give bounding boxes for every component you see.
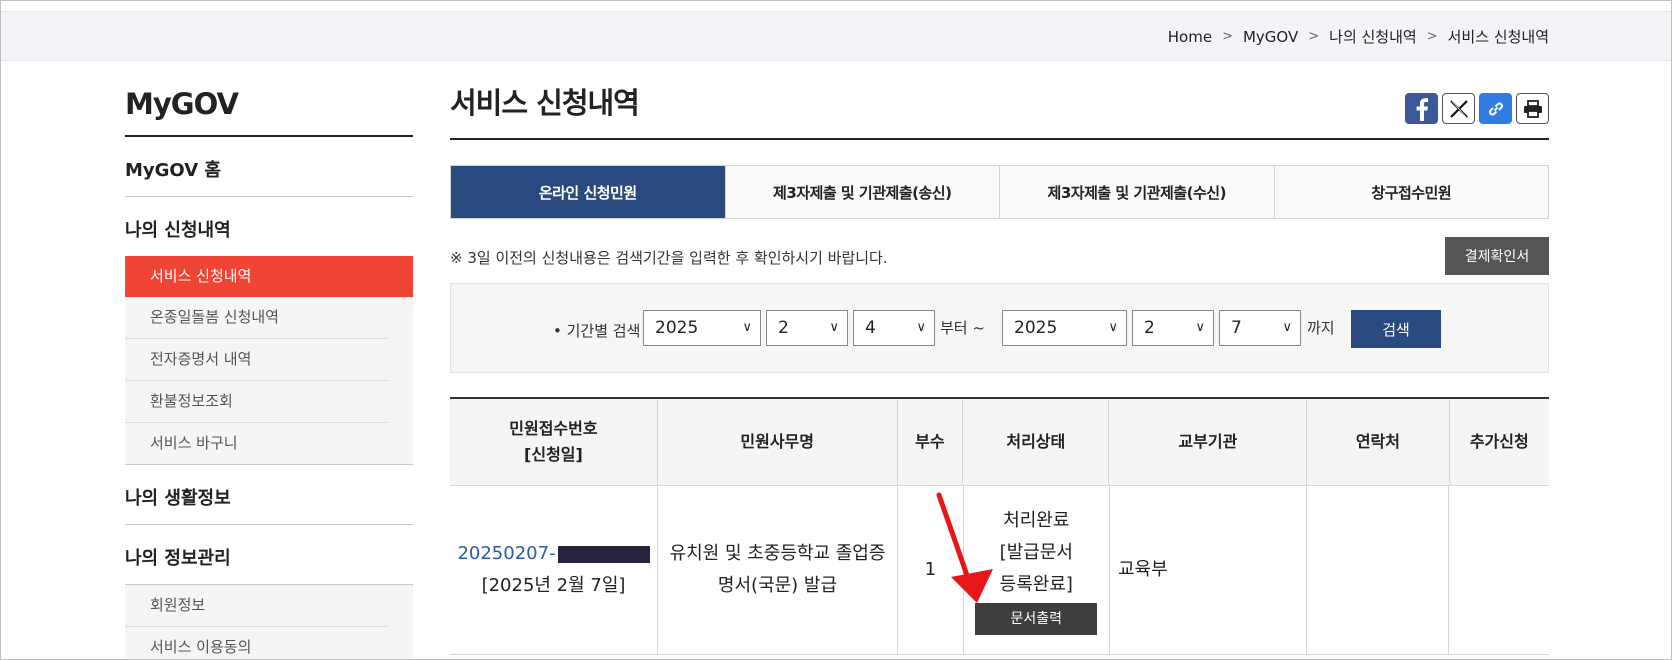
chevron-right-icon: > <box>1222 29 1233 44</box>
page-frame: Home > MyGOV > 나의 신청내역 > 서비스 신청내역 MyGOV … <box>0 0 1672 660</box>
main-content: 서비스 신청내역 온라인 신청민원 제3자제출 및 기관제출(송신) 제3자제출… <box>450 81 1549 655</box>
sidebar-submenu-applications: 서비스 신청내역 온종일돌봄 신청내역 전자증명서 내역 환불정보조회 서비스 … <box>125 256 413 465</box>
cell-service-name: 유치원 및 초중등학교 졸업증 명서(국문) 발급 <box>657 486 897 654</box>
sidebar-item-my-applications[interactable]: 나의 신청내역 <box>125 197 413 256</box>
tab-third-party-sent[interactable]: 제3자제출 및 기관제출(송신) <box>724 166 999 218</box>
header-contact: 연락처 <box>1306 399 1448 485</box>
sidebar-item-service-basket[interactable]: 서비스 바구니 <box>125 423 388 464</box>
annotation-arrow-icon <box>936 492 993 603</box>
receipt-number-link[interactable]: 20250207- <box>457 543 555 564</box>
header-agency: 교부기관 <box>1108 399 1306 485</box>
header-receipt-no: 민원접수번호 [신청일] <box>509 419 598 464</box>
chevron-down-icon: ∨ <box>1195 320 1205 335</box>
from-year-select[interactable]: 2025 ∨ <box>643 310 761 346</box>
sidebar: MyGOV MyGOV 홈 나의 신청내역 서비스 신청내역 온종일돌봄 신청내… <box>125 87 413 659</box>
search-period-label: • 기간별 검색 <box>553 322 641 340</box>
search-panel: • 기간별 검색 2025 ∨ 2 ∨ 4 ∨ 부터 ~ 2025 ∨ 2 ∨ 7 ∨ 까지… <box>450 283 1549 373</box>
sidebar-item-e-certificates[interactable]: 전자증명서 내역 <box>125 339 388 381</box>
from-day-select[interactable]: 4 ∨ <box>853 310 935 346</box>
breadcrumb-mygov[interactable]: MyGOV <box>1243 28 1298 46</box>
to-year-select[interactable]: 2025 ∨ <box>1002 310 1127 346</box>
chevron-down-icon: ∨ <box>829 320 839 335</box>
table-header: 민원접수번호 [신청일] 민원사무명 부수 처리상태 교부기관 연락처 추가신청 <box>450 399 1549 486</box>
sidebar-item-allday-care[interactable]: 온종일돌봄 신청내역 <box>125 297 388 339</box>
sidebar-item-member-info[interactable]: 회원정보 <box>125 585 388 627</box>
sidebar-item-service-consent[interactable]: 서비스 이용동의 <box>125 627 388 659</box>
application-date: [2025년 2월 7일] <box>481 575 626 596</box>
sidebar-title: MyGOV <box>125 87 413 137</box>
sidebar-item-service-applications[interactable]: 서비스 신청내역 <box>125 256 413 297</box>
header-additional: 추가신청 <box>1448 399 1549 485</box>
breadcrumb-current[interactable]: 서비스 신청내역 <box>1448 26 1549 47</box>
notice-text: ※ 3일 이전의 신청내용은 검색기간을 입력한 후 확인하시기 바랍니다. <box>450 249 888 267</box>
sidebar-submenu-info: 회원정보 서비스 이용동의 <box>125 584 413 659</box>
cell-receipt: 20250207- [2025년 2월 7일] <box>450 486 657 654</box>
top-bar: Home > MyGOV > 나의 신청내역 > 서비스 신청내역 <box>1 11 1671 61</box>
tab-third-party-received[interactable]: 제3자제출 및 기관제출(수신) <box>999 166 1274 218</box>
header-copies: 부수 <box>896 399 963 485</box>
chevron-right-icon: > <box>1308 29 1320 44</box>
share-buttons <box>1405 93 1549 124</box>
breadcrumb-my-applications[interactable]: 나의 신청내역 <box>1329 26 1417 47</box>
chevron-down-icon: ∨ <box>742 320 752 335</box>
chevron-down-icon: ∨ <box>916 320 926 335</box>
header-status: 처리상태 <box>962 399 1108 485</box>
sidebar-item-info-management[interactable]: 나의 정보관리 <box>125 525 413 584</box>
x-icon[interactable] <box>1442 93 1475 124</box>
print-icon[interactable] <box>1516 93 1549 124</box>
breadcrumb-home[interactable]: Home <box>1168 28 1212 46</box>
tab-counter-applications[interactable]: 창구접수민원 <box>1273 166 1548 218</box>
cell-agency: 교육부 <box>1108 486 1306 654</box>
chevron-right-icon: > <box>1426 29 1438 44</box>
link-icon[interactable] <box>1479 93 1512 124</box>
chevron-down-icon: ∨ <box>1108 320 1118 335</box>
sidebar-item-life-info[interactable]: 나의 생활정보 <box>125 465 413 525</box>
cell-contact <box>1306 486 1448 654</box>
cell-additional <box>1448 486 1549 654</box>
tab-online-applications[interactable]: 온라인 신청민원 <box>451 166 725 218</box>
facebook-icon[interactable] <box>1405 93 1438 124</box>
sidebar-item-mygov-home[interactable]: MyGOV 홈 <box>125 137 413 197</box>
payment-confirmation-button[interactable]: 결제확인서 <box>1445 237 1549 275</box>
page-title: 서비스 신청내역 <box>450 81 1549 140</box>
search-button[interactable]: 검색 <box>1351 310 1441 348</box>
from-month-select[interactable]: 2 ∨ <box>766 310 848 346</box>
sidebar-item-refund-info[interactable]: 환불정보조회 <box>125 381 388 423</box>
to-day-select[interactable]: 7 ∨ <box>1219 310 1301 346</box>
to-word: 까지 <box>1307 319 1335 337</box>
breadcrumb: Home > MyGOV > 나의 신청내역 > 서비스 신청내역 <box>1168 26 1549 47</box>
redaction-mask <box>557 545 650 563</box>
header-service-name: 민원사무명 <box>656 399 897 485</box>
to-month-select[interactable]: 2 ∨ <box>1132 310 1214 346</box>
from-word: 부터 ~ <box>940 319 985 337</box>
tab-bar: 온라인 신청민원 제3자제출 및 기관제출(송신) 제3자제출 및 기관제출(수… <box>450 165 1549 219</box>
chevron-down-icon: ∨ <box>1282 320 1292 335</box>
